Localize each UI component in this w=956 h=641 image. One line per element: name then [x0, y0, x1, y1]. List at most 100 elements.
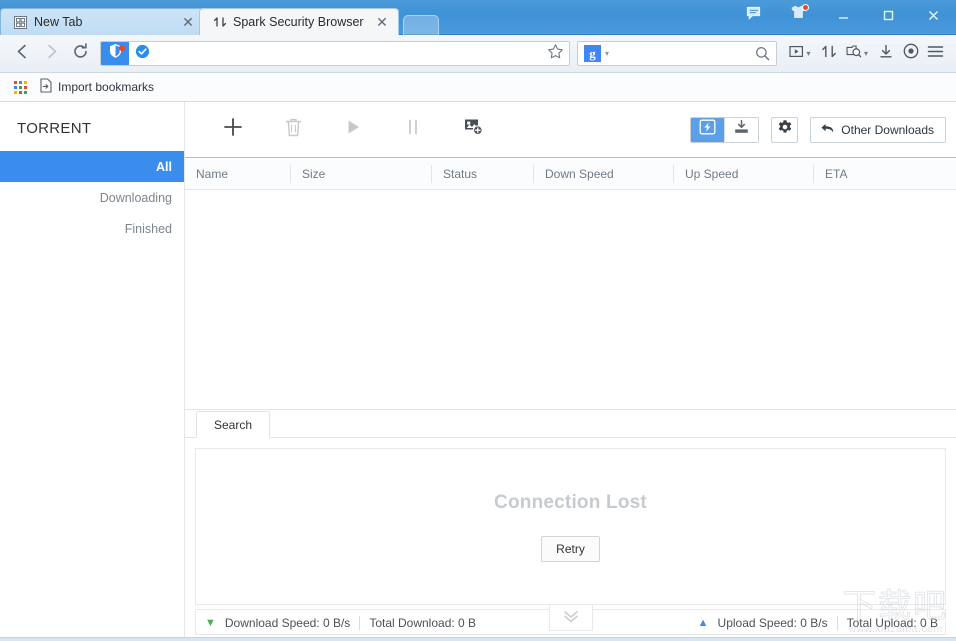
shield-notification-dot: [119, 45, 125, 51]
chevron-down-icon[interactable]: ▾: [864, 49, 868, 58]
search-panel-body: Connection Lost Retry: [195, 448, 946, 605]
bookmark-import-bookmarks[interactable]: Import bookmarks: [33, 75, 160, 99]
other-downloads-button[interactable]: Other Downloads: [810, 117, 946, 143]
media-player-button[interactable]: ▾: [784, 39, 816, 68]
tab-strip: New Tab ✕ Spark Security Browser ✕: [0, 7, 439, 35]
panel-tab-strip: Search: [185, 410, 956, 438]
download-arrow-icon: ▼: [205, 618, 216, 629]
view-toggle-group: [690, 117, 759, 143]
lightning-bolt-icon: [699, 119, 716, 140]
tab-title: New Tab: [34, 15, 180, 29]
sidebar-item-label: Finished: [125, 222, 172, 236]
chevron-down-icon[interactable]: ▾: [806, 49, 810, 58]
other-downloads-label: Other Downloads: [841, 123, 934, 137]
tab-search[interactable]: Search: [196, 411, 270, 438]
column-header-up-speed[interactable]: Up Speed: [673, 165, 813, 183]
sidebar-item-downloading[interactable]: Downloading: [0, 182, 184, 213]
search-icon[interactable]: [750, 46, 774, 61]
updown-arrows-icon: [212, 15, 227, 30]
upload-arrow-icon: ▲: [698, 618, 709, 629]
screenshot-capture-button[interactable]: ▾: [841, 39, 873, 68]
title-bar: New Tab ✕ Spark Security Browser ✕: [0, 0, 956, 35]
torrent-sidebar: TORRENT All Downloading Finished: [0, 102, 185, 641]
chevron-down-icon[interactable]: ▾: [601, 49, 613, 58]
search-box[interactable]: g ▾: [577, 41, 777, 66]
reload-button[interactable]: [66, 39, 95, 68]
collapse-panel-button[interactable]: [549, 605, 593, 631]
torrent-table-header: Name Size Status Down Speed Up Speed ETA: [185, 158, 956, 190]
google-logo-icon: g: [584, 45, 601, 62]
column-header-eta[interactable]: ETA: [813, 165, 956, 183]
tab-spark-security-browser[interactable]: Spark Security Browser ✕: [199, 8, 399, 35]
torrent-view-toggle[interactable]: [691, 118, 724, 142]
verified-site-button[interactable]: [129, 42, 155, 65]
chevron-double-down-icon: [561, 608, 581, 629]
total-upload-label: Total Upload: 0 B: [847, 616, 938, 630]
address-bar[interactable]: [100, 41, 570, 66]
total-download-label: Total Download: 0 B: [369, 616, 476, 630]
feedback-button[interactable]: [731, 0, 776, 30]
create-torrent-button[interactable]: [443, 110, 503, 150]
status-download-group: ▼ Download Speed: 0 B/s Total Download: …: [205, 616, 476, 630]
sidebar-item-label: All: [156, 160, 172, 174]
download-tray-icon: [733, 119, 750, 140]
downloads-button[interactable]: [873, 39, 898, 68]
close-icon[interactable]: ✕: [180, 14, 196, 30]
theme-button[interactable]: [776, 0, 821, 30]
column-header-down-speed[interactable]: Down Speed: [533, 165, 673, 183]
status-bar: ▼ Download Speed: 0 B/s Total Download: …: [185, 605, 956, 641]
url-input[interactable]: [155, 42, 541, 65]
back-arrow-icon: [820, 122, 835, 138]
browser-window: New Tab ✕ Spark Security Browser ✕: [0, 0, 956, 641]
status-divider: [837, 616, 838, 630]
close-button[interactable]: [911, 0, 956, 30]
forward-arrow-icon: [43, 43, 60, 65]
security-shield-button[interactable]: [101, 42, 129, 65]
add-torrent-button[interactable]: [203, 110, 263, 150]
bookmark-star-button[interactable]: [541, 42, 569, 66]
sidebar-item-label: Downloading: [100, 191, 172, 205]
minimize-button[interactable]: [821, 0, 866, 30]
pause-torrent-button[interactable]: [383, 110, 443, 150]
speech-bubble-icon: [746, 6, 761, 25]
tab-title: Spark Security Browser: [233, 15, 374, 29]
sidebar-item-finished[interactable]: Finished: [0, 213, 184, 244]
maximize-button[interactable]: [866, 0, 911, 30]
torrent-transfer-button[interactable]: [816, 39, 841, 68]
status-upload-group: ▲ Upload Speed: 0 B/s Total Upload: 0 B: [698, 616, 938, 630]
status-divider: [359, 616, 360, 630]
column-header-size[interactable]: Size: [290, 165, 431, 183]
sidebar-item-all[interactable]: All: [0, 151, 184, 182]
apps-grid-icon[interactable]: [11, 78, 29, 96]
downloads-view-toggle[interactable]: [725, 118, 758, 142]
delete-torrent-button[interactable]: [263, 110, 323, 150]
settings-button[interactable]: [771, 117, 798, 143]
panel-tab-label: Search: [214, 418, 252, 432]
column-header-name[interactable]: Name: [185, 165, 290, 183]
retry-button[interactable]: Retry: [541, 536, 600, 562]
menu-icon: [927, 44, 944, 64]
tab-new-tab[interactable]: New Tab ✕: [0, 8, 205, 35]
reload-icon: [72, 43, 89, 65]
forward-button[interactable]: [37, 39, 66, 68]
connection-lost-message: Connection Lost: [494, 492, 647, 514]
window-controls: [731, 0, 956, 30]
torrent-transfer-icon: [821, 44, 837, 64]
close-icon[interactable]: ✕: [374, 14, 390, 30]
bookmarks-bar: Import bookmarks: [0, 73, 956, 102]
column-header-status[interactable]: Status: [431, 165, 533, 183]
torrent-toolbar: Other Downloads: [185, 102, 956, 158]
menu-button[interactable]: [923, 39, 948, 68]
bookmark-label: Import bookmarks: [58, 80, 154, 94]
back-button[interactable]: [8, 39, 37, 68]
media-player-icon: [789, 44, 804, 64]
torrent-table-body[interactable]: [185, 190, 956, 409]
check-circle-icon: [135, 44, 150, 64]
new-tab-button[interactable]: [403, 15, 439, 35]
plus-icon: [222, 116, 244, 143]
notification-dot: [802, 4, 809, 11]
search-panel: Search Connection Lost Retry ▼ Download …: [185, 409, 956, 641]
start-torrent-button[interactable]: [323, 110, 383, 150]
window-bottom-edge: [0, 637, 956, 641]
incognito-button[interactable]: [898, 39, 923, 68]
